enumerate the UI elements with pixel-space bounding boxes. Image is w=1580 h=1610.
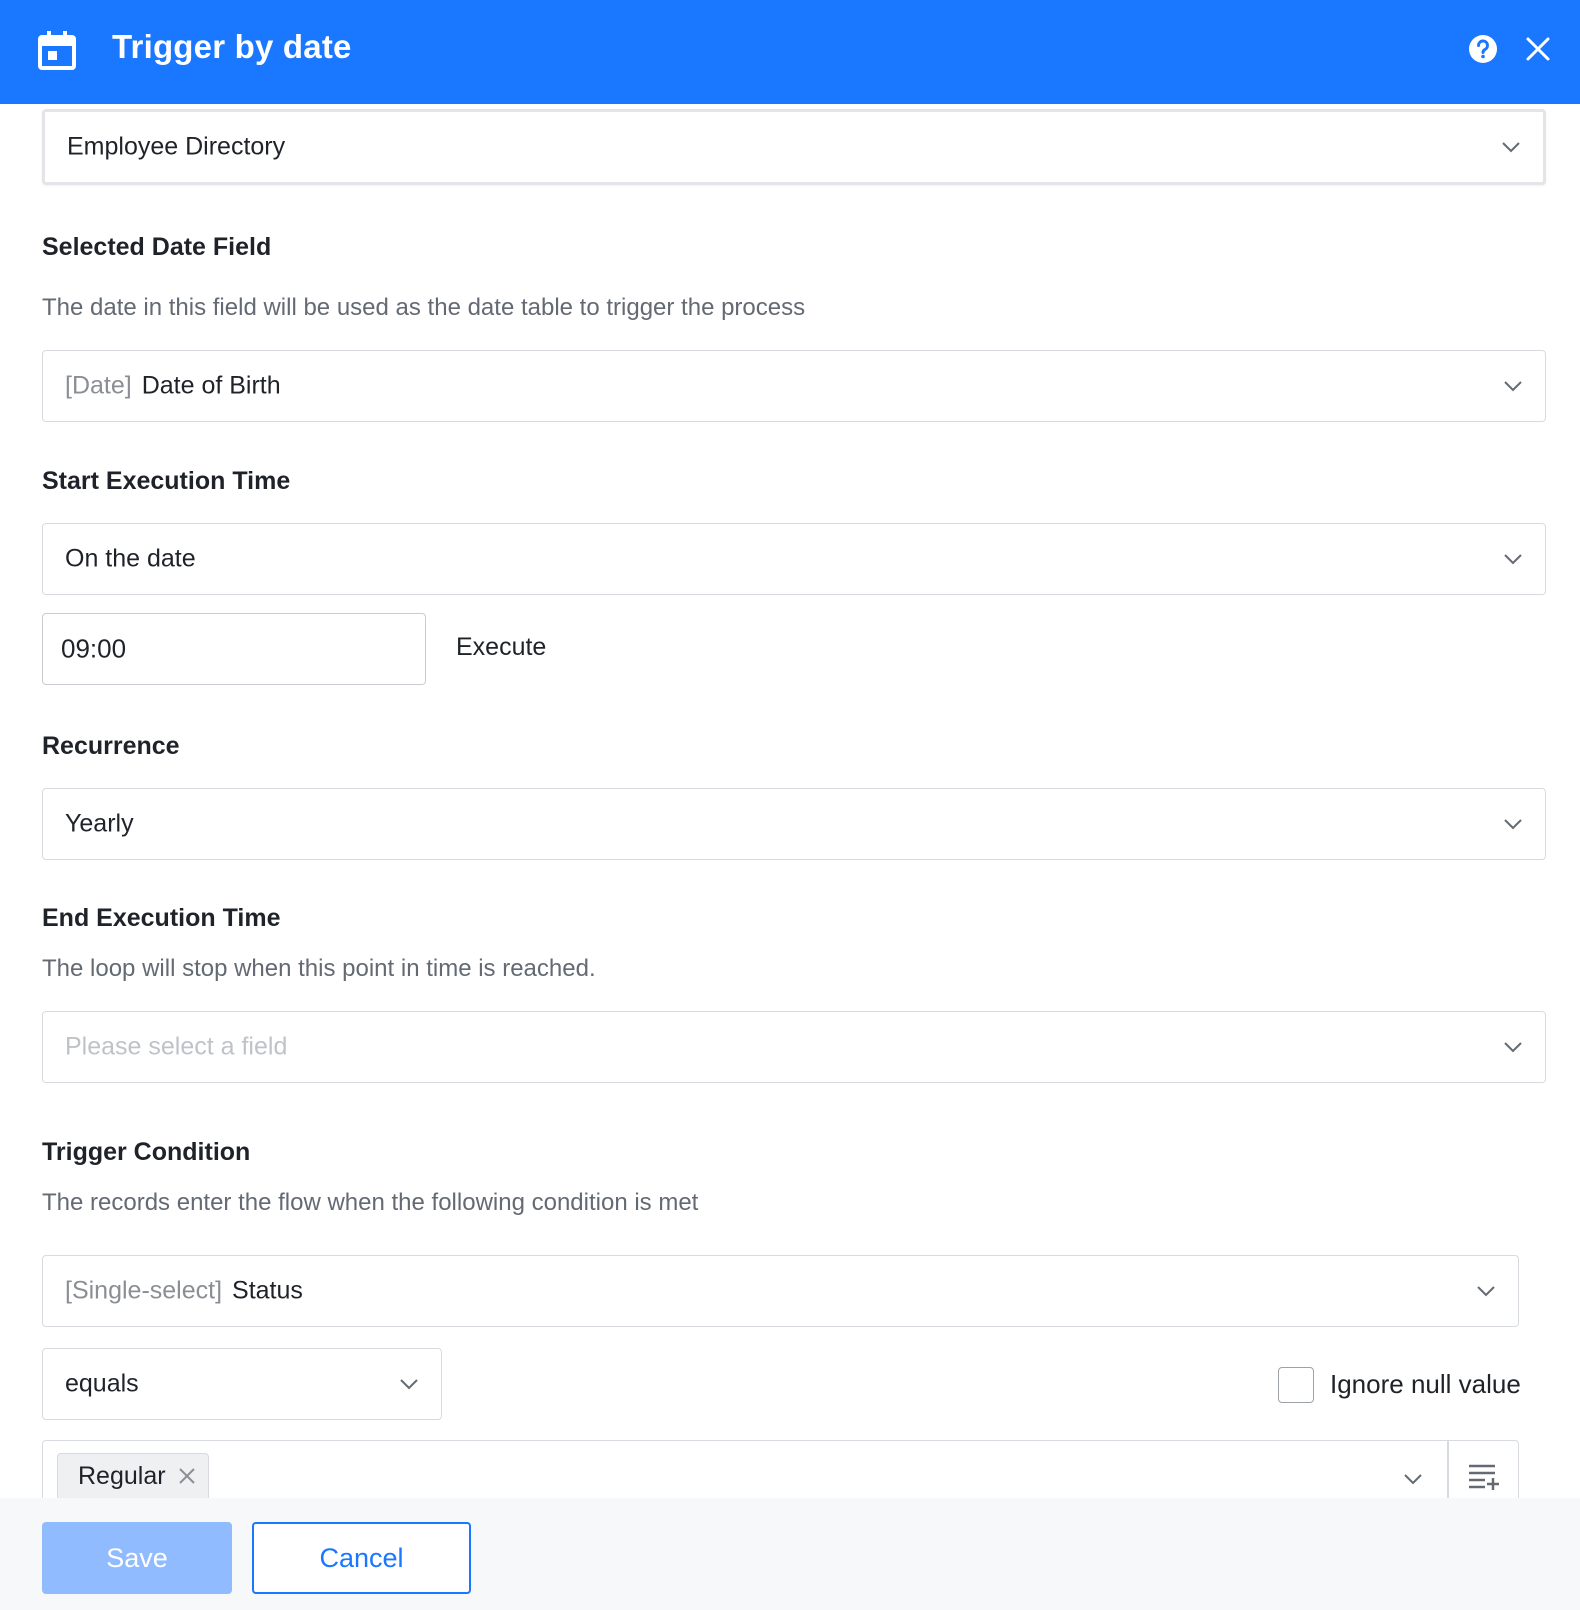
end-time-select[interactable]: Please select a field — [42, 1011, 1546, 1083]
recurrence-select[interactable]: Yearly — [42, 788, 1546, 860]
chevron-down-icon — [1504, 381, 1522, 392]
table-select-value: Employee Directory — [67, 132, 286, 161]
recurrence-title: Recurrence — [42, 732, 180, 760]
operator-select[interactable]: equals — [42, 1348, 442, 1420]
dialog-title: Trigger by date — [112, 28, 352, 65]
chevron-down-icon — [1404, 1474, 1422, 1485]
start-time-title: Start Execution Time — [42, 467, 291, 495]
calendar-icon — [38, 31, 76, 70]
trigger-condition-description: The records enter the flow when the foll… — [42, 1189, 699, 1216]
end-time-description: The loop will stop when this point in ti… — [42, 955, 596, 982]
table-select[interactable]: Employee Directory — [42, 109, 1546, 185]
save-button[interactable]: Save — [42, 1522, 232, 1594]
help-icon[interactable] — [1468, 34, 1498, 64]
dialog-header: Trigger by date — [0, 0, 1580, 104]
chevron-down-icon — [1504, 1042, 1522, 1053]
date-field-title: Selected Date Field — [42, 233, 272, 261]
operator-value: equals — [65, 1369, 139, 1398]
chevron-down-icon — [1502, 142, 1520, 153]
date-field-select[interactable]: [Date] Date of Birth — [42, 350, 1546, 422]
cancel-button[interactable]: Cancel — [252, 1522, 471, 1594]
date-field-description: The date in this field will be used as t… — [42, 294, 806, 321]
execute-label: Execute — [456, 633, 547, 661]
tag-label: Regular — [78, 1462, 166, 1490]
chevron-down-icon — [1504, 819, 1522, 830]
end-time-placeholder: Please select a field — [65, 1032, 288, 1061]
tag-regular: Regular — [57, 1453, 209, 1501]
chevron-down-icon — [1477, 1286, 1495, 1297]
start-time-value: On the date — [65, 544, 196, 573]
execute-time-input[interactable]: 09:00 — [42, 613, 426, 685]
condition-field-select[interactable]: [Single-select] Status — [42, 1255, 1519, 1327]
trigger-condition-title: Trigger Condition — [42, 1138, 251, 1166]
condition-field-type-prefix: [Single-select] — [65, 1276, 223, 1305]
ignore-null-checkbox[interactable] — [1278, 1367, 1314, 1403]
date-field-value: Date of Birth — [141, 371, 281, 400]
list-add-icon[interactable] — [1467, 1461, 1501, 1491]
condition-field-value: Status — [232, 1276, 303, 1305]
recurrence-value: Yearly — [65, 809, 134, 838]
close-icon[interactable] — [1523, 34, 1553, 64]
execute-time-value: 09:00 — [61, 633, 127, 664]
chevron-down-icon — [400, 1379, 418, 1390]
start-time-select[interactable]: On the date — [42, 523, 1546, 595]
chevron-down-icon — [1504, 554, 1522, 565]
date-field-type-prefix: [Date] — [65, 371, 132, 400]
end-time-title: End Execution Time — [42, 904, 281, 932]
dialog-footer: Save Cancel — [0, 1498, 1580, 1610]
ignore-null-label: Ignore null value — [1330, 1369, 1521, 1399]
remove-tag-icon[interactable] — [178, 1467, 196, 1485]
